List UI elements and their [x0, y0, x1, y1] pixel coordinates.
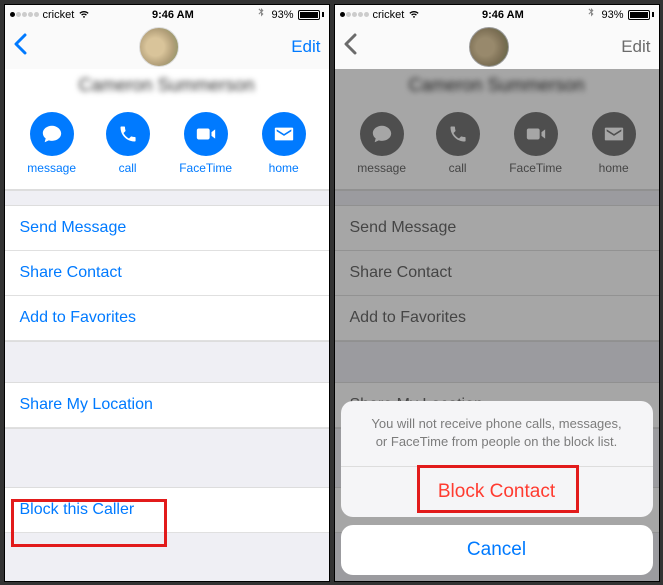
screenshot-right: cricket 9:46 AM 93% Edit — [334, 4, 660, 582]
mail-icon — [262, 112, 306, 156]
row-share-contact[interactable]: Share Contact — [5, 251, 329, 296]
sheet-message: You will not receive phone calls, messag… — [341, 401, 653, 466]
action-call[interactable]: call — [106, 112, 150, 175]
battery-percent: 93% — [601, 9, 623, 21]
row-share-location[interactable]: Share My Location — [5, 383, 329, 428]
action-label: message — [27, 161, 76, 175]
avatar — [469, 27, 509, 67]
action-home[interactable]: home — [262, 112, 306, 175]
screenshot-left: cricket 9:46 AM 93% Edit — [4, 4, 330, 582]
edit-button: Edit — [621, 37, 650, 57]
clock: 9:46 AM — [482, 9, 524, 21]
status-bar: cricket 9:46 AM 93% — [5, 5, 329, 25]
edit-button[interactable]: Edit — [291, 37, 320, 57]
row-block-caller[interactable]: Block this Caller — [5, 488, 329, 533]
signal-dots-icon — [10, 12, 39, 17]
back-button — [343, 33, 357, 60]
battery-icon — [628, 10, 654, 20]
sheet-block-contact[interactable]: Block Contact — [341, 467, 653, 517]
row-send-message[interactable]: Send Message — [5, 206, 329, 251]
signal-dots-icon — [340, 12, 369, 17]
action-label: call — [119, 161, 137, 175]
carrier-label: cricket — [43, 9, 75, 21]
action-row: message call FaceTime home — [5, 106, 329, 190]
nav-bar: Edit — [5, 25, 329, 69]
contact-name: Cameron Summerson — [5, 75, 329, 96]
video-icon — [184, 112, 228, 156]
action-label: home — [269, 161, 299, 175]
carrier-label: cricket — [373, 9, 405, 21]
action-facetime[interactable]: FaceTime — [179, 112, 232, 175]
action-message[interactable]: message — [27, 112, 76, 175]
avatar[interactable] — [139, 27, 179, 67]
action-label: FaceTime — [179, 161, 232, 175]
action-sheet: You will not receive phone calls, messag… — [341, 401, 653, 574]
wifi-icon — [78, 7, 90, 22]
row-add-favorites[interactable]: Add to Favorites — [5, 296, 329, 341]
bluetooth-icon — [585, 7, 597, 22]
nav-bar: Edit — [335, 25, 659, 69]
back-button[interactable] — [13, 33, 27, 60]
clock: 9:46 AM — [152, 9, 194, 21]
bluetooth-icon — [255, 7, 267, 22]
battery-percent: 93% — [271, 9, 293, 21]
wifi-icon — [408, 7, 420, 22]
sheet-cancel[interactable]: Cancel — [341, 525, 653, 575]
battery-icon — [298, 10, 324, 20]
message-icon — [30, 112, 74, 156]
status-bar: cricket 9:46 AM 93% — [335, 5, 659, 25]
phone-icon — [106, 112, 150, 156]
